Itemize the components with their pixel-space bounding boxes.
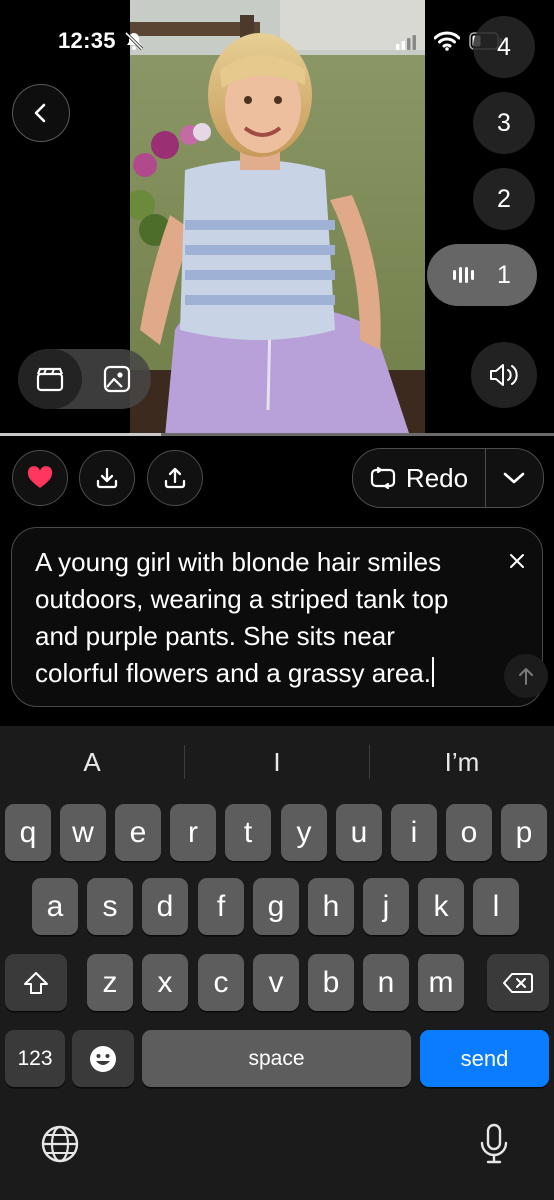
heart-icon (27, 466, 53, 488)
variant-4-button[interactable]: 4 (473, 16, 535, 78)
like-button[interactable] (12, 450, 68, 506)
shift-key[interactable] (5, 954, 67, 1011)
prompt-input[interactable]: A young girl with blonde hair smiles out… (11, 527, 548, 707)
emoji-key[interactable] (72, 1030, 134, 1087)
back-button[interactable] (12, 84, 70, 142)
globe-icon (41, 1125, 79, 1163)
key-f[interactable]: f (198, 878, 244, 935)
globe-button[interactable] (38, 1122, 82, 1166)
dictation-button[interactable] (474, 1120, 514, 1168)
download-icon (96, 467, 118, 489)
status-time: 12:35 (58, 28, 116, 53)
suggestion-2[interactable]: I (185, 747, 369, 778)
photo-illustration (130, 0, 425, 436)
key-b[interactable]: b (308, 954, 354, 1011)
back-icon (34, 103, 46, 123)
submit-prompt-button[interactable] (504, 654, 548, 698)
key-v[interactable]: v (253, 954, 299, 1011)
key-u[interactable]: u (336, 804, 382, 861)
key-m[interactable]: m (418, 954, 464, 1011)
video-mode-button[interactable] (18, 349, 82, 409)
repeat-icon (370, 466, 396, 490)
key-c[interactable]: c (198, 954, 244, 1011)
emoji-icon (90, 1045, 116, 1072)
delete-icon (503, 972, 533, 993)
key-o[interactable]: o (446, 804, 492, 861)
redo-group: Redo (352, 448, 544, 508)
key-w[interactable]: w (60, 804, 106, 861)
key-a[interactable]: a (32, 878, 78, 935)
arrow-up-icon (519, 668, 533, 685)
key-s[interactable]: s (87, 878, 133, 935)
playback-progress[interactable] (0, 433, 554, 436)
suggestion-3[interactable]: I’m (370, 747, 554, 778)
microphone-icon (480, 1123, 508, 1164)
key-h[interactable]: h (308, 878, 354, 935)
key-t[interactable]: t (225, 804, 271, 861)
bell-slash-icon (124, 31, 144, 56)
key-p[interactable]: p (501, 804, 547, 861)
key-r[interactable]: r (170, 804, 216, 861)
video-clapper-icon (36, 367, 64, 392)
variant-1-button-selected[interactable]: 1 (427, 244, 537, 306)
key-x[interactable]: x (142, 954, 188, 1011)
wifi-icon (433, 31, 461, 56)
key-n[interactable]: n (363, 954, 409, 1011)
share-icon (164, 467, 186, 489)
key-g[interactable]: g (253, 878, 299, 935)
prompt-text: A young girl with blonde hair smiles out… (35, 547, 449, 688)
key-z[interactable]: z (87, 954, 133, 1011)
waveform-icon (453, 267, 475, 283)
image-mode-button[interactable] (82, 349, 151, 409)
delete-key[interactable] (487, 954, 549, 1011)
chevron-down-icon (503, 472, 525, 484)
key-i[interactable]: i (391, 804, 437, 861)
variant-2-button[interactable]: 2 (473, 168, 535, 230)
key-k[interactable]: k (418, 878, 464, 935)
media-viewer[interactable]: 12:35 4 3 2 1 (0, 0, 554, 436)
share-button[interactable] (147, 450, 203, 506)
suggestion-1[interactable]: A (0, 747, 184, 778)
keyboard: A I I’m q w e r t y u i o p a s d f g h … (0, 726, 554, 1200)
image-icon (103, 365, 130, 393)
close-icon (510, 554, 524, 568)
media-mode-toggle[interactable] (18, 349, 151, 409)
playback-progress-fill (0, 433, 161, 436)
speaker-icon (490, 364, 518, 386)
redo-options-button[interactable] (486, 449, 542, 507)
volume-button[interactable] (471, 342, 537, 408)
text-caret (431, 657, 434, 687)
clear-prompt-button[interactable] (502, 546, 532, 576)
signal-icon (396, 34, 416, 55)
prompt-textarea[interactable]: A young girl with blonde hair smiles out… (35, 544, 485, 692)
key-j[interactable]: j (363, 878, 409, 935)
key-q[interactable]: q (5, 804, 51, 861)
download-button[interactable] (79, 450, 135, 506)
numbers-key[interactable]: 123 (5, 1030, 65, 1087)
redo-button[interactable]: Redo (353, 449, 486, 507)
suggestion-bar: A I I’m (0, 726, 554, 798)
key-l[interactable]: l (473, 878, 519, 935)
key-e[interactable]: e (115, 804, 161, 861)
shift-icon (24, 971, 48, 994)
variant-1-label: 1 (497, 260, 511, 289)
variant-3-button[interactable]: 3 (473, 92, 535, 154)
generated-photo[interactable] (130, 0, 425, 436)
send-key[interactable]: send (420, 1030, 549, 1087)
key-d[interactable]: d (142, 878, 188, 935)
redo-label: Redo (405, 462, 469, 493)
space-key[interactable]: space (142, 1030, 411, 1087)
key-y[interactable]: y (281, 804, 327, 861)
